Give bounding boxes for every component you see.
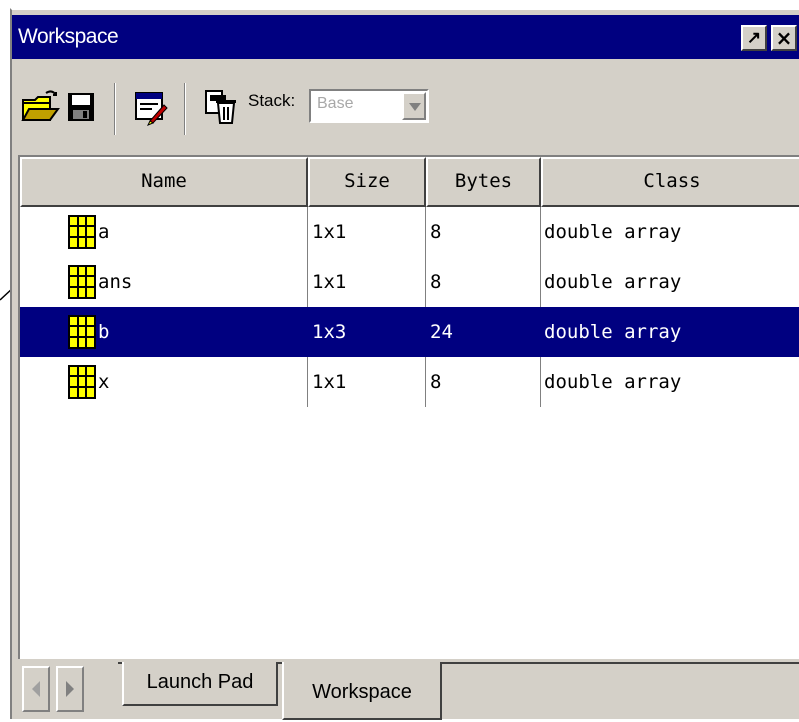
tab-strip: Launch Pad Workspace	[18, 662, 799, 721]
cell-class: double array	[544, 321, 682, 343]
variable-list: Name Size Bytes Class a 1x1 8 double arr…	[18, 155, 799, 659]
undock-button[interactable]: ↗	[741, 25, 767, 51]
cell-bytes: 24	[430, 321, 453, 343]
table-row-selected[interactable]: b 1x3 24 double array	[20, 307, 799, 357]
matrix-grid-icon	[68, 265, 96, 299]
matrix-grid-icon	[68, 365, 96, 399]
dropdown-arrow-icon[interactable]	[402, 92, 426, 120]
cell-bytes: 8	[430, 371, 442, 393]
save-disk-icon[interactable]	[62, 87, 102, 127]
stack-dropdown[interactable]: Base	[309, 89, 429, 123]
window-title: Workspace	[18, 25, 119, 48]
cell-class: double array	[544, 271, 682, 293]
toolbar-separator	[114, 83, 116, 135]
cell-size: 1x1	[312, 221, 347, 243]
column-header-bytes[interactable]: Bytes	[426, 157, 541, 207]
import-data-icon[interactable]	[130, 87, 170, 127]
column-header-size[interactable]: Size	[308, 157, 426, 207]
cell-name: b	[98, 321, 110, 343]
cell-bytes: 8	[430, 221, 442, 243]
matrix-grid-icon	[68, 215, 96, 249]
toolbar-separator	[184, 83, 186, 135]
close-button[interactable]: ×	[771, 25, 797, 51]
tab-launch-pad[interactable]: Launch Pad	[122, 662, 278, 706]
tab-workspace[interactable]: Workspace	[282, 662, 442, 720]
open-folder-icon[interactable]	[20, 87, 60, 127]
stack-label: Stack:	[248, 91, 296, 110]
cell-name: ans	[98, 271, 133, 293]
matrix-grid-icon	[68, 315, 96, 349]
toolbar: Stack: Base	[12, 61, 799, 154]
table-header: Name Size Bytes Class	[20, 157, 799, 207]
workspace-window: Workspace ↗ × Stack: Base Name Size Byte…	[10, 8, 799, 721]
tab-divider	[442, 662, 799, 664]
title-bar[interactable]: Workspace ↗ ×	[12, 15, 799, 59]
cell-name: x	[98, 371, 110, 393]
cell-class: double array	[544, 221, 682, 243]
column-header-name[interactable]: Name	[20, 157, 308, 207]
tab-scroll-right-icon[interactable]	[56, 666, 84, 712]
stack-value: Base	[317, 95, 354, 112]
cell-size: 1x1	[312, 371, 347, 393]
cell-bytes: 8	[430, 271, 442, 293]
tab-scroll-left-icon[interactable]	[22, 666, 50, 712]
table-row[interactable]: a 1x1 8 double array	[20, 207, 799, 257]
cell-size: 1x3	[312, 321, 347, 343]
cell-class: double array	[544, 371, 682, 393]
table-row[interactable]: ans 1x1 8 double array	[20, 257, 799, 307]
column-header-class[interactable]: Class	[541, 157, 799, 207]
cell-size: 1x1	[312, 271, 347, 293]
cell-name: a	[98, 221, 110, 243]
clear-workspace-icon[interactable]	[200, 87, 240, 127]
table-row[interactable]: x 1x1 8 double array	[20, 357, 799, 407]
